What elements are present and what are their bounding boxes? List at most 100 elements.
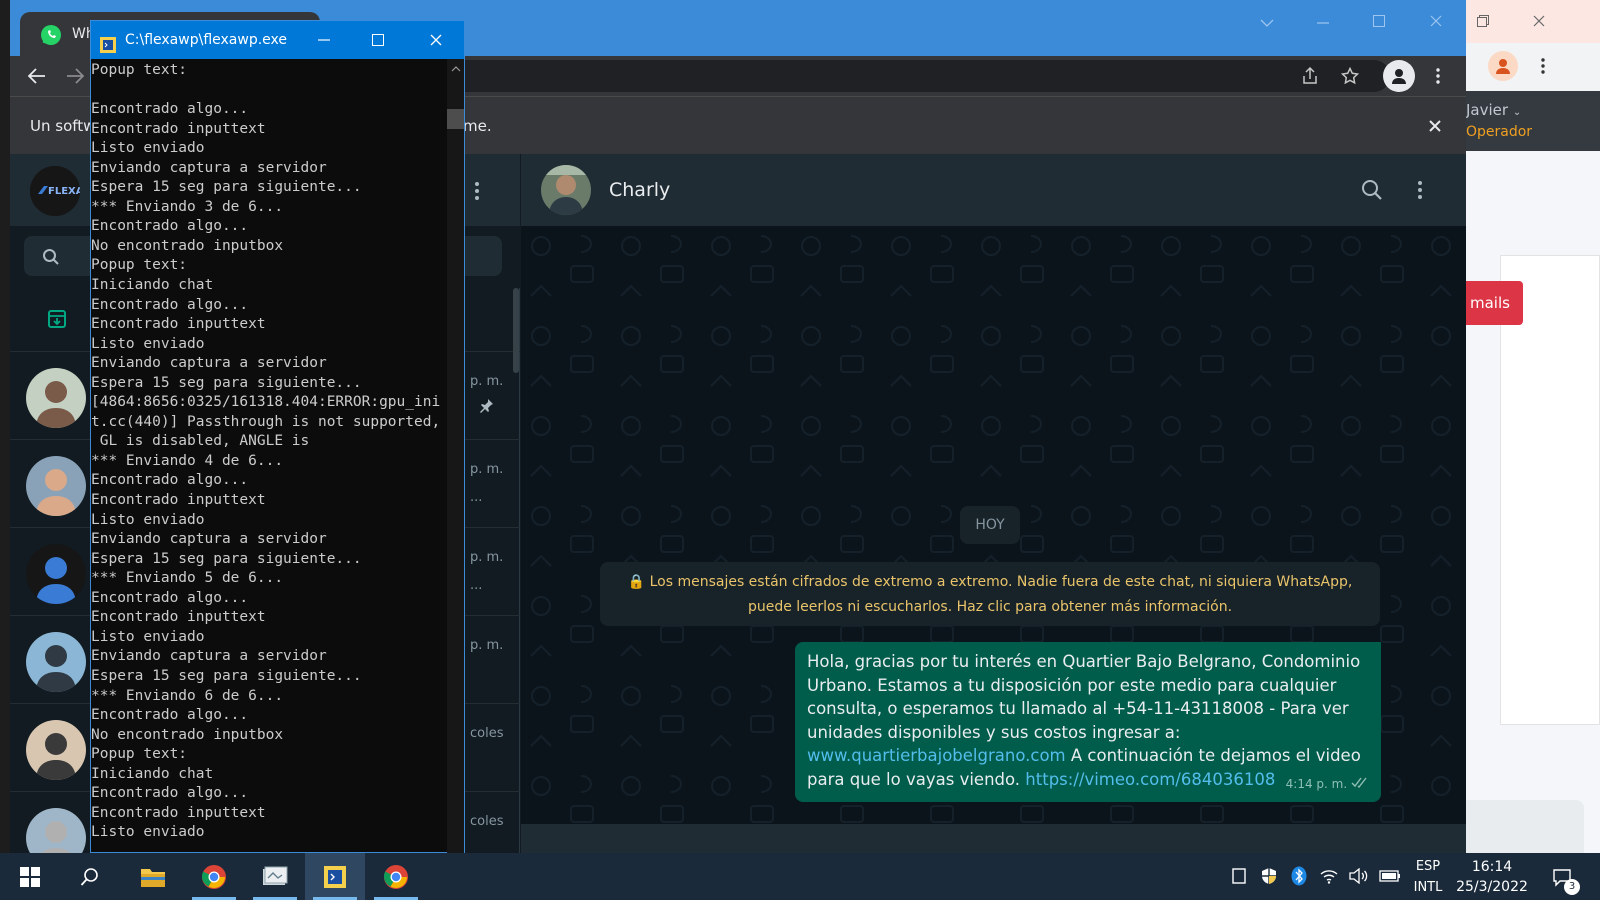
background-titlebar [1466,0,1600,43]
svg-text:FLEXA: FLEXA [48,186,80,197]
encryption-notice[interactable]: 🔒 Los mensajes están cifrados de extremo… [600,562,1380,626]
close-icon[interactable] [1524,6,1554,36]
outgoing-message[interactable]: Hola, gracias por tu interés en Quartier… [795,642,1381,802]
contact-name[interactable]: Charly [609,179,670,201]
chat-avatar [26,720,86,780]
forward-icon[interactable] [60,61,90,91]
notifications-badge: 3 [1564,879,1580,895]
language-top: ESP [1415,859,1441,874]
pin-icon [476,396,496,416]
menu-kebab-icon[interactable] [1528,51,1558,81]
bluetooth-icon[interactable] [1288,865,1310,887]
tab-search-chevron-icon[interactable] [1252,8,1282,38]
background-browser-window: Javier ⌄ Operador mails [1466,0,1600,853]
admin-lower-card [1466,800,1584,853]
clock[interactable]: 16:14 25/3/2022 [1452,859,1532,895]
back-icon[interactable] [22,61,52,91]
chat-avatar [26,632,86,692]
encryption-notice-text: Los mensajes están cifrados de extremo a… [649,574,1353,615]
chevron-down-icon: ⌄ [1512,107,1522,118]
user-menu[interactable]: Javier ⌄ [1466,101,1521,119]
chat-time: p. m. [470,638,504,653]
console-title: C:\flexawp\flexawp.exe [125,32,287,48]
file-explorer-icon[interactable] [123,853,183,900]
lock-icon: 🔒 [627,574,646,590]
chat-avatar [26,544,86,604]
chat-avatar [26,456,86,516]
archive-icon [44,306,70,332]
chrome-taskbar-icon[interactable] [184,853,244,900]
restore-icon[interactable] [1468,6,1498,36]
scroll-up-icon[interactable] [447,59,464,79]
console-maximize-icon[interactable] [363,25,393,55]
user-name[interactable]: Javier [1466,101,1508,119]
start-windows-icon[interactable] [0,853,60,900]
chat-preview: ... [470,578,483,593]
date-divider: HOY [960,506,1020,544]
console-output: Popup text: Encontrado algo... Encontrad… [91,62,441,841]
contact-avatar[interactable] [541,165,591,215]
user-role: Operador [1466,124,1533,140]
message-link-website[interactable]: www.quartierbajobelgrano.com [807,746,1066,765]
chat-time: coles [470,814,504,829]
volume-icon[interactable] [1348,865,1370,887]
console-scrollbar[interactable] [447,59,464,854]
console-scroll-thumb[interactable] [447,109,464,129]
console-close-icon[interactable] [421,25,451,55]
maximize-icon[interactable] [1364,6,1394,36]
conversation-header: Charly [521,154,1466,226]
whatsapp-icon [40,24,62,50]
chat-time: coles [470,726,504,741]
admin-card [1500,255,1600,725]
notifications-icon[interactable]: 3 [1548,863,1580,895]
search-in-chat-icon[interactable] [1357,175,1387,205]
chat-menu-icon[interactable] [1405,175,1435,205]
clock-date: 25/3/2022 [1456,879,1528,895]
double-check-icon [1351,777,1369,791]
share-icon[interactable] [1295,61,1325,91]
battery-icon[interactable] [1378,865,1402,887]
minimize-icon[interactable] [1308,8,1338,38]
clock-time: 16:14 [1471,859,1513,875]
chat-time: p. m. [470,462,504,477]
chat-preview: ... [470,490,483,505]
chat-time: p. m. [470,374,504,389]
emails-button[interactable]: mails [1466,281,1523,325]
app-window-icon[interactable] [245,853,305,900]
profile-icon[interactable] [1383,60,1415,92]
message-text-part1: Hola, gracias por tu interés en Quartier… [807,652,1361,742]
conversation-pane: Charly HOY 🔒 Los mensajes están cifrados… [521,154,1466,853]
infobar-close-icon[interactable] [1420,111,1450,141]
console-window: C:\flexawp\flexawp.exe Popup text: Encon… [90,20,465,854]
infobar-text-right: me. [463,117,492,135]
admin-header: Javier ⌄ Operador [1466,91,1600,151]
tray-tablet-icon[interactable] [1228,865,1250,887]
background-toolbar [1466,43,1600,91]
address-bar[interactable] [450,60,1390,92]
security-shield-icon[interactable] [1258,865,1280,887]
language-bottom: INTL [1413,880,1443,895]
chrome-menu-icon[interactable] [1423,61,1453,91]
sidebar-scrollbar[interactable] [513,288,519,373]
search-icon [40,246,62,268]
message-link-video[interactable]: https://vimeo.com/684036108 [1025,770,1275,789]
input-language[interactable]: ESP INTL [1408,859,1448,895]
taskbar-search-icon[interactable] [60,853,120,900]
my-profile-avatar[interactable]: FLEXA [30,166,80,216]
profile-avatar-icon[interactable] [1488,51,1518,81]
message-composer[interactable] [521,824,1466,853]
console-minimize-icon[interactable] [309,25,339,55]
close-window-icon[interactable] [1421,6,1451,36]
bookmark-star-icon[interactable] [1335,61,1365,91]
console-titlebar[interactable]: C:\flexawp\flexawp.exe [91,21,464,59]
chat-time: p. m. [470,550,504,565]
infobar-text-left: Un softw [30,117,96,135]
message-meta: 4:14 p. m. [1286,773,1369,797]
windows-taskbar: ESP INTL 16:14 25/3/2022 3 [0,853,1600,900]
chat-avatar [26,368,86,428]
network-icon[interactable] [1318,865,1340,887]
message-time: 4:14 p. m. [1285,776,1348,791]
sidebar-menu-icon[interactable] [462,176,492,206]
chrome-taskbar-icon-2[interactable] [366,853,426,900]
flexawp-console-taskbar-icon[interactable] [305,853,365,900]
